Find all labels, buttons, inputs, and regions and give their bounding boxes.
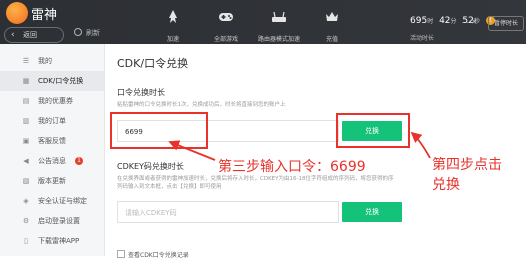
annotation-arrows xyxy=(168,131,431,161)
step4-arrow xyxy=(410,131,431,159)
step3-arrow xyxy=(168,140,216,161)
